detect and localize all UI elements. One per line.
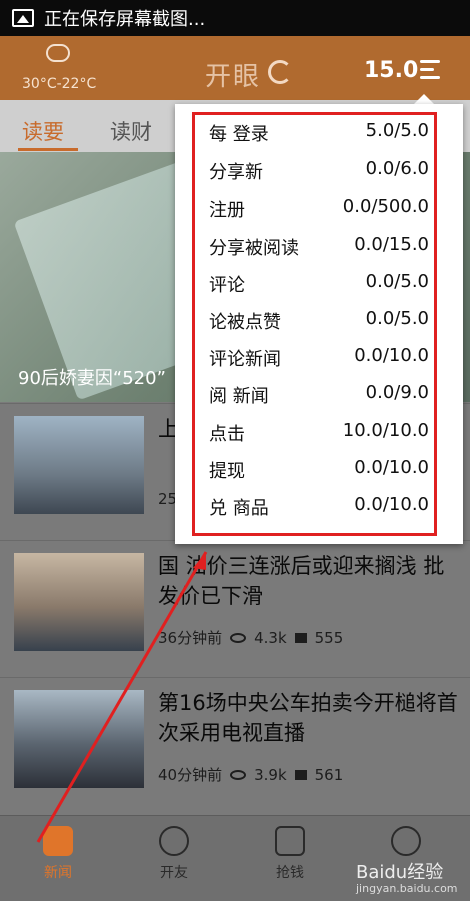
row-value: 0.0/9.0 <box>365 382 429 403</box>
status-text: 正在保存屏幕截图... <box>44 9 206 30</box>
money-bag-icon <box>275 826 305 856</box>
news-views: 4.3k <box>254 628 287 647</box>
popup-caret <box>414 94 434 104</box>
news-time: 36分钟前 <box>158 629 223 647</box>
popup-row: 论被点赞 0.0/5.0 <box>209 306 429 336</box>
news-icon <box>43 826 73 856</box>
news-thumbnail <box>14 416 144 514</box>
row-label: 阅 新闻 <box>209 386 269 407</box>
news-meta: 36分钟前 4.3k 555 <box>158 627 343 648</box>
news-comments: 555 <box>314 628 344 647</box>
news-time: 40分钟前 <box>158 766 223 784</box>
score-menu-icon[interactable] <box>420 60 446 82</box>
score-value[interactable]: 15.0 <box>364 58 418 83</box>
row-value: 0.0/6.0 <box>365 158 429 179</box>
news-thumbnail <box>14 690 144 788</box>
news-headline: 第16场中央公车拍卖今开槌将首次采用电视直播 <box>158 691 458 745</box>
popup-row: 评论新闻 0.0/10.0 <box>209 343 429 373</box>
news-item[interactable]: 国 油价三连涨后或迎来搁浅 批发价已下滑 36分钟前 4.3k 555 <box>0 540 470 676</box>
news-views: 3.9k <box>254 765 287 784</box>
news-meta: 40分钟前 3.9k 561 <box>158 764 343 785</box>
watermark-logo: Baidu经验 <box>356 862 444 883</box>
hero-caption: 90后娇妻因“520” <box>18 368 166 389</box>
row-value: 0.0/5.0 <box>365 308 429 329</box>
popup-row: 提现 0.0/10.0 <box>209 455 429 485</box>
popup-row: 兑 商品 0.0/10.0 <box>209 492 429 522</box>
weather-icon[interactable] <box>46 44 70 62</box>
app-title: 开眼 <box>205 62 262 92</box>
row-label: 论被点赞 <box>209 312 281 333</box>
app-header: 30°C-22°C 开眼 15.0 <box>0 36 470 100</box>
profile-icon <box>391 826 421 856</box>
popup-row: 评论 0.0/5.0 <box>209 269 429 299</box>
row-value: 0.0/15.0 <box>354 234 429 255</box>
tab-friends[interactable]: 开友 <box>134 826 214 882</box>
row-value: 0.0/10.0 <box>354 345 429 366</box>
tab-profile[interactable] <box>366 826 446 862</box>
temperature: 30°C-22°C <box>22 76 97 92</box>
active-tab-indicator <box>18 148 78 151</box>
news-headline: 国 油价三连涨后或迎来搁浅 批发价已下滑 <box>158 554 445 608</box>
row-label: 分享被阅读 <box>209 238 299 259</box>
row-label: 点击 <box>209 424 245 445</box>
row-label: 评论 <box>209 275 245 296</box>
popup-row: 注册 0.0/500.0 <box>209 194 429 224</box>
watermark-url: jingyan.baidu.com <box>356 882 458 895</box>
row-label: 每 登录 <box>209 124 269 145</box>
views-icon <box>230 769 247 780</box>
comments-icon <box>294 769 307 780</box>
row-label: 兑 商品 <box>209 498 269 519</box>
row-value: 0.0/10.0 <box>354 494 429 515</box>
news-comments: 561 <box>314 765 344 784</box>
tab-friends-label: 开友 <box>160 865 188 881</box>
popup-row: 点击 10.0/10.0 <box>209 418 429 448</box>
tab-duyao[interactable]: 读要 <box>22 116 64 146</box>
refresh-icon[interactable] <box>268 60 292 84</box>
news-item[interactable]: 第16场中央公车拍卖今开槌将首次采用电视直播 40分钟前 3.9k 561 <box>0 677 470 813</box>
popup-row: 阅 新闻 0.0/9.0 <box>209 380 429 410</box>
row-value: 0.0/500.0 <box>342 196 429 217</box>
row-label: 评论新闻 <box>209 349 281 370</box>
row-value: 10.0/10.0 <box>342 420 429 441</box>
row-value: 5.0/5.0 <box>365 120 429 141</box>
row-label: 注册 <box>209 200 245 221</box>
tab-news-label: 新闻 <box>44 865 72 881</box>
row-label: 提现 <box>209 461 245 482</box>
row-label: 分享新 <box>209 162 263 183</box>
image-icon <box>12 9 34 27</box>
tab-news[interactable]: 新闻 <box>18 826 98 882</box>
row-value: 0.0/10.0 <box>354 457 429 478</box>
friends-icon <box>159 826 189 856</box>
tab-ducai[interactable]: 读财 <box>110 116 152 146</box>
comments-icon <box>294 632 307 643</box>
status-bar: 正在保存屏幕截图... <box>0 0 470 36</box>
row-value: 0.0/5.0 <box>365 271 429 292</box>
tab-earn-label: 抢钱 <box>276 865 304 881</box>
tab-earn[interactable]: 抢钱 <box>250 826 330 882</box>
popup-row: 分享被阅读 0.0/15.0 <box>209 232 429 262</box>
news-thumbnail <box>14 553 144 651</box>
popup-row: 每 登录 5.0/5.0 <box>209 118 429 148</box>
views-icon <box>230 632 247 643</box>
popup-row: 分享新 0.0/6.0 <box>209 156 429 186</box>
